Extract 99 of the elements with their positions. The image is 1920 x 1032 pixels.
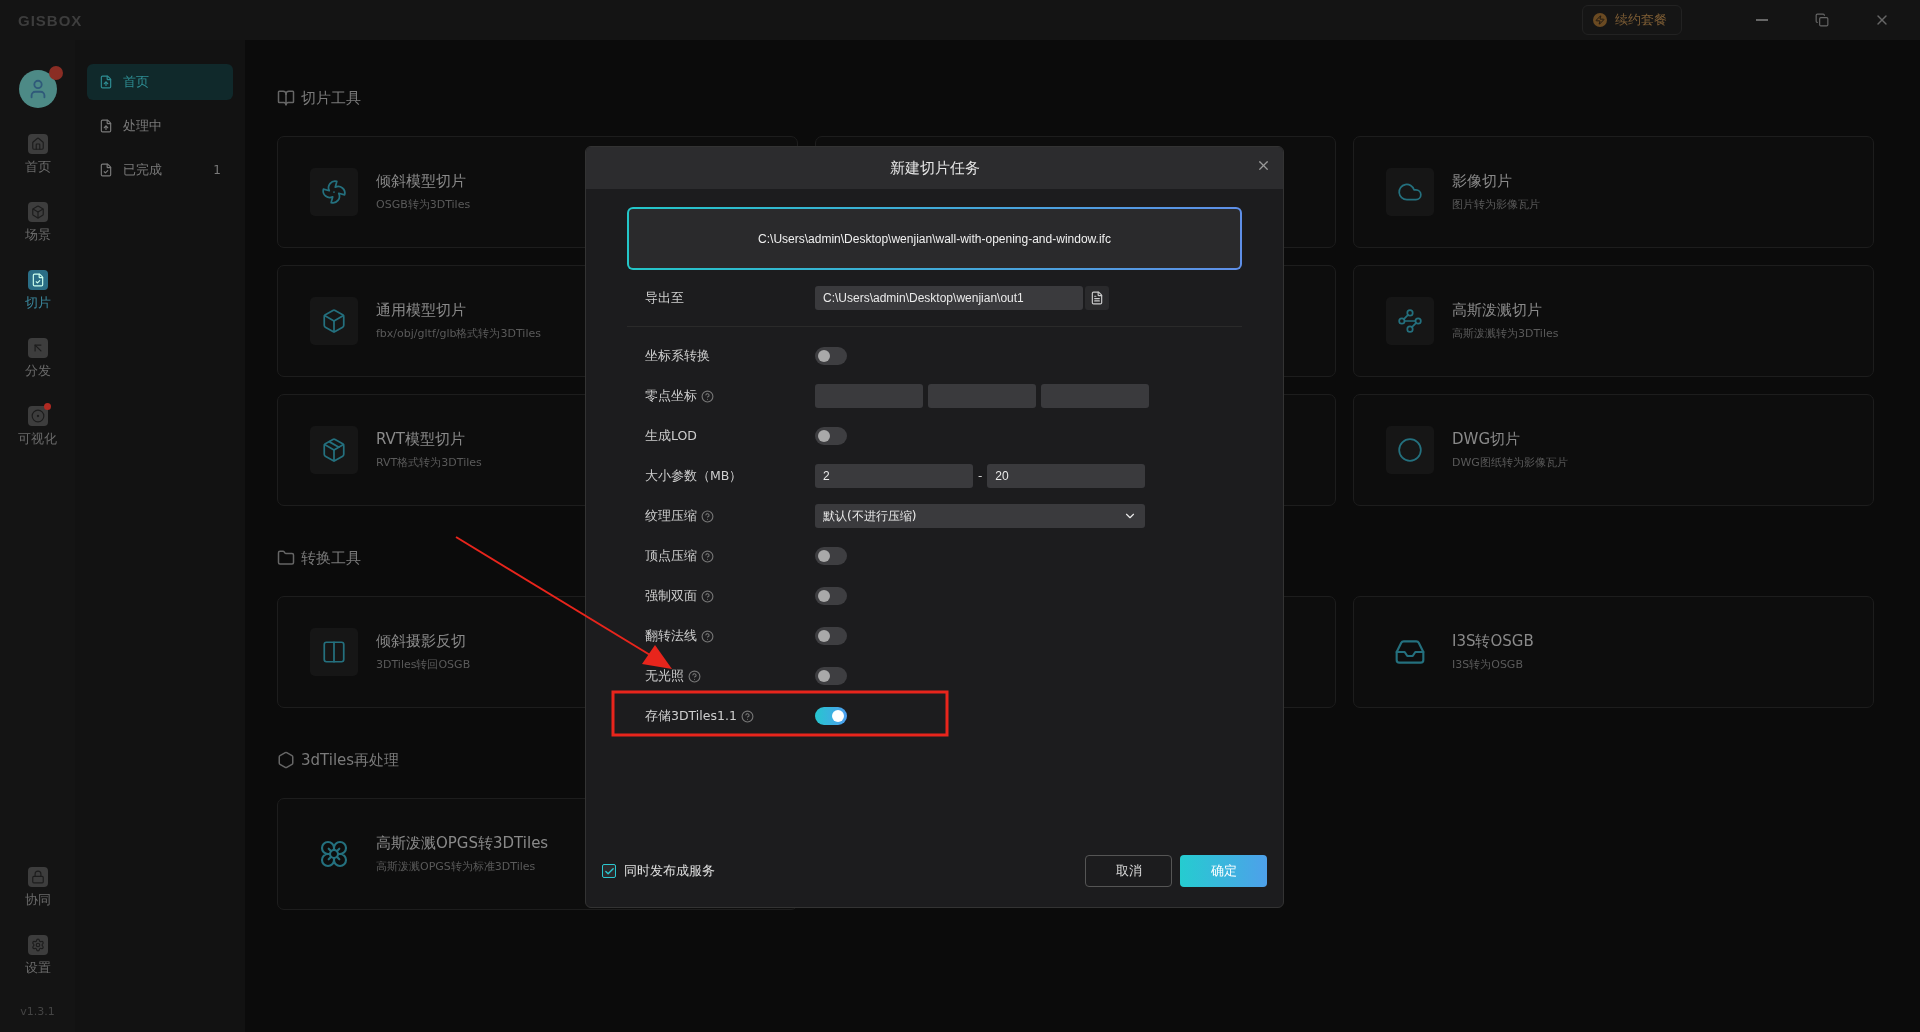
- avatar[interactable]: [18, 70, 57, 108]
- card-title: 高斯泼溅OPGS转3DTiles: [376, 834, 549, 853]
- lock-icon: [27, 867, 48, 887]
- card-title: I3S转OSGB: [1452, 632, 1534, 651]
- rail-item[interactable]: 切片: [24, 262, 51, 320]
- card-subtitle: fbx/obj/gltf/glb格式转为3DTiles: [376, 326, 541, 341]
- help-icon[interactable]: [701, 389, 714, 403]
- package-icon: [321, 437, 347, 463]
- book-icon: [277, 89, 295, 107]
- tool-card[interactable]: DWG切片 DWG图纸转为影像瓦片: [1353, 394, 1874, 506]
- card-subtitle: RVT格式转为3DTiles: [376, 455, 482, 470]
- rail-item[interactable]: 设置: [24, 927, 51, 985]
- setting-label: 坐标系转换: [645, 347, 710, 365]
- fan-icon: [321, 179, 347, 205]
- card-subtitle: 3DTiles转回OSGB: [376, 657, 471, 672]
- section-title: 切片工具: [301, 88, 361, 108]
- columns-icon: [321, 639, 347, 665]
- setting-label: 存储3DTiles1.1: [645, 707, 737, 725]
- rail-item[interactable]: 首页: [24, 126, 51, 184]
- file-upload-icon: [99, 75, 113, 89]
- card-title: DWG切片: [1452, 430, 1521, 449]
- card-title: 影像切片: [1452, 172, 1513, 191]
- input-field[interactable]: [815, 384, 923, 408]
- setting-label: 大小参数（MB）: [645, 467, 743, 485]
- ring-icon: [1397, 437, 1423, 463]
- card-title: 通用模型切片: [376, 301, 467, 320]
- notification-badge: [48, 66, 63, 80]
- setting-label: 导出至: [645, 289, 684, 307]
- rail-item[interactable]: 分发: [24, 330, 51, 388]
- card-title: 倾斜模型切片: [376, 172, 467, 191]
- dialog-title: 新建切片任务: [889, 158, 980, 178]
- card-subtitle: 图片转为影像瓦片: [1452, 197, 1540, 212]
- toggle-switch[interactable]: [815, 347, 847, 365]
- close-button[interactable]: [1256, 158, 1271, 173]
- setting-label: 生成LOD: [645, 427, 697, 445]
- checkbox-label: 同时发布成服务: [624, 862, 716, 880]
- tool-card[interactable]: I3S转OSGB I3S转为OSGB: [1353, 596, 1874, 708]
- dropdown[interactable]: 默认(不进行压缩): [815, 504, 1145, 528]
- help-icon[interactable]: [701, 509, 714, 523]
- card-subtitle: OSGB转为3DTiles: [376, 197, 471, 212]
- cube-icon: [27, 202, 48, 222]
- help-icon[interactable]: [740, 709, 754, 723]
- folder-icon: [277, 549, 295, 567]
- cancel-button[interactable]: 取消: [1085, 855, 1172, 887]
- tool-card[interactable]: 高斯泼溅切片 高斯泼溅转为3DTiles: [1353, 265, 1874, 377]
- cube-icon: [321, 308, 347, 334]
- nav-item[interactable]: 处理中: [87, 108, 233, 144]
- setting-label: 纹理压缩: [645, 507, 697, 525]
- card-subtitle: DWG图纸转为影像瓦片: [1452, 455, 1568, 470]
- minimize-icon: [1756, 19, 1768, 21]
- help-icon[interactable]: [701, 629, 714, 643]
- toggle-switch[interactable]: [815, 547, 847, 565]
- toggle-switch[interactable]: [815, 427, 847, 445]
- setting-label: 翻转法线: [645, 627, 697, 645]
- toggle-switch[interactable]: [815, 627, 847, 645]
- toggle-switch[interactable]: [815, 707, 847, 725]
- section-title: 3dTiles再处理: [301, 750, 400, 770]
- input-field[interactable]: [928, 384, 1036, 408]
- nodes-icon: [1397, 308, 1423, 334]
- file-check-icon: [27, 270, 48, 290]
- card-subtitle: 高斯泼溅转为3DTiles: [1452, 326, 1559, 341]
- nav-item[interactable]: 已完成 1: [87, 152, 233, 188]
- checkbox[interactable]: [602, 864, 616, 878]
- rail-item[interactable]: 协同: [24, 859, 51, 917]
- setting-label: 无光照: [645, 667, 684, 685]
- input-field[interactable]: 20: [987, 464, 1146, 488]
- section-title: 转换工具: [301, 548, 361, 568]
- restore-icon: [1815, 13, 1829, 27]
- browse-button[interactable]: [1085, 286, 1109, 310]
- rail-item[interactable]: 可视化: [18, 398, 57, 456]
- help-icon[interactable]: [701, 549, 714, 563]
- help-icon[interactable]: [701, 589, 714, 603]
- input-field[interactable]: C:\Users\admin\Desktop\wenjian\out1: [815, 286, 1083, 310]
- input-field[interactable]: [1041, 384, 1149, 408]
- count-label: 1: [213, 163, 221, 177]
- range-separator: -: [978, 469, 983, 483]
- card-title: RVT模型切片: [376, 430, 467, 449]
- settings-icon: [27, 935, 48, 955]
- help-icon[interactable]: [688, 669, 701, 683]
- flower-icon: [318, 838, 350, 870]
- file-icon: [1090, 291, 1104, 305]
- card-title: 高斯泼溅切片: [1452, 301, 1543, 320]
- hexagon-icon: [277, 751, 295, 769]
- input-field[interactable]: 2: [815, 464, 973, 488]
- lightning-icon: [1593, 13, 1607, 27]
- tool-card[interactable]: 影像切片 图片转为影像瓦片: [1353, 136, 1874, 248]
- file-upload-icon: [99, 119, 113, 133]
- renew-button[interactable]: 续约套餐: [1582, 5, 1682, 35]
- setting-label: 顶点压缩: [645, 547, 697, 565]
- file-drop-area[interactable]: C:\Users\admin\Desktop\wenjian\wall-with-opening-and-window.ifc: [627, 207, 1242, 270]
- card-subtitle: 高斯泼溅OPGS转为标准3DTiles: [376, 859, 537, 874]
- file-check-icon: [99, 163, 113, 177]
- card-subtitle: I3S转为OSGB: [1452, 657, 1524, 672]
- toggle-switch[interactable]: [815, 667, 847, 685]
- toggle-switch[interactable]: [815, 587, 847, 605]
- rail-item[interactable]: 场景: [24, 194, 51, 252]
- house-icon: [27, 134, 48, 154]
- nav-item[interactable]: 首页: [87, 64, 233, 100]
- card-title: 倾斜摄影反切: [376, 632, 467, 651]
